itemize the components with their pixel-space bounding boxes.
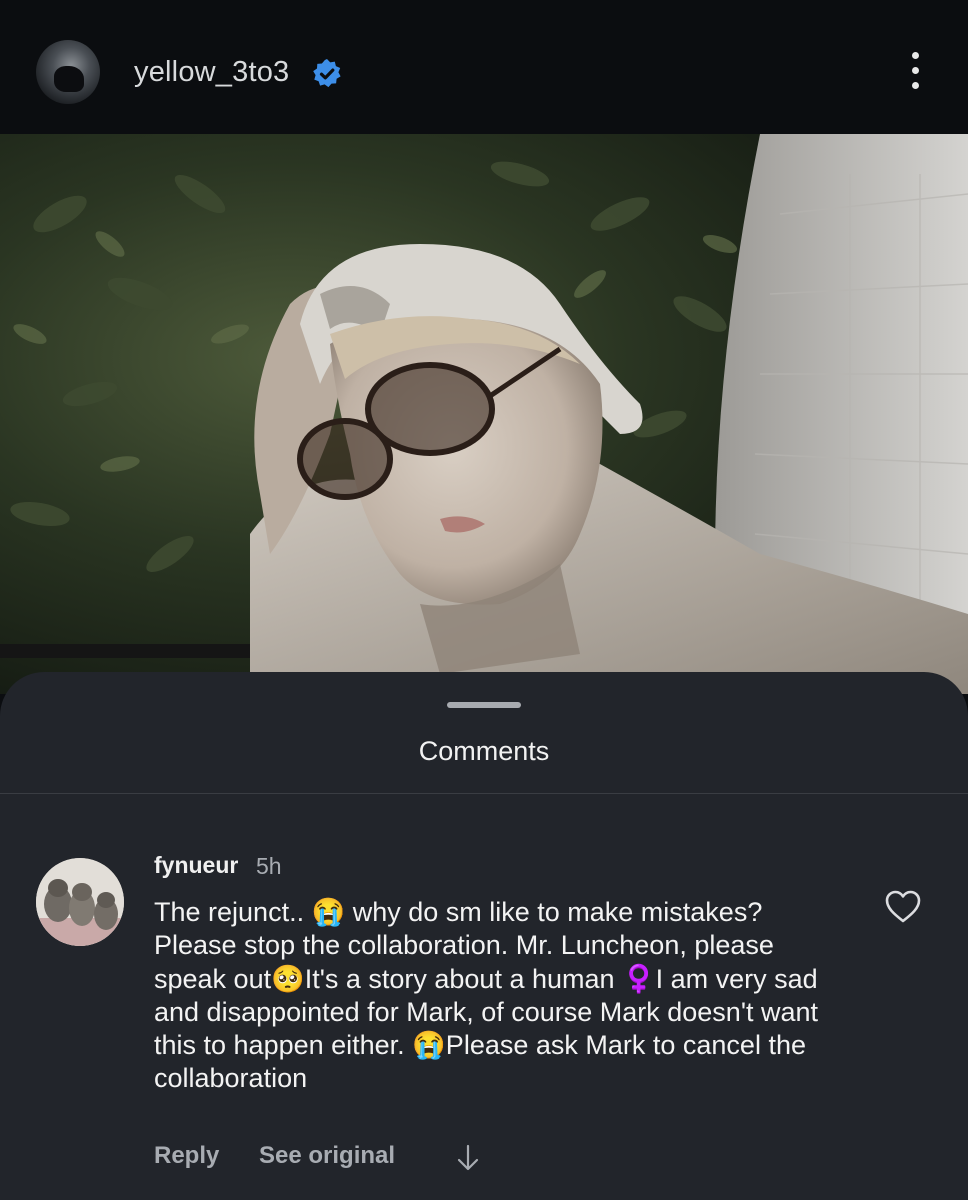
- commenter-username[interactable]: fynueur: [154, 852, 238, 879]
- comment-timestamp: 5h: [256, 853, 282, 879]
- post-photo[interactable]: [0, 134, 968, 694]
- author-avatar[interactable]: [36, 40, 100, 104]
- divider: [0, 793, 968, 794]
- post-header: yellow_3to3: [0, 0, 968, 134]
- commenter-avatar[interactable]: [36, 858, 124, 946]
- author-username[interactable]: yellow_3to3: [134, 56, 289, 89]
- drag-handle[interactable]: [447, 702, 521, 708]
- heart-outline-icon[interactable]: [884, 888, 922, 926]
- comment-text: The rejunct.. 😭 why do sm like to make m…: [154, 897, 826, 1094]
- post-photo-image: [0, 134, 968, 694]
- more-vertical-icon[interactable]: [900, 52, 930, 96]
- arrow-down-icon[interactable]: [456, 1144, 480, 1172]
- comments-title: Comments: [418, 736, 550, 766]
- verified-badge-icon: [313, 59, 341, 88]
- see-original-button[interactable]: See original: [259, 1142, 395, 1170]
- comments-sheet: Comments fynueur 5h The rejunct.. 😭 why …: [0, 672, 968, 1200]
- reply-button[interactable]: Reply: [154, 1142, 219, 1170]
